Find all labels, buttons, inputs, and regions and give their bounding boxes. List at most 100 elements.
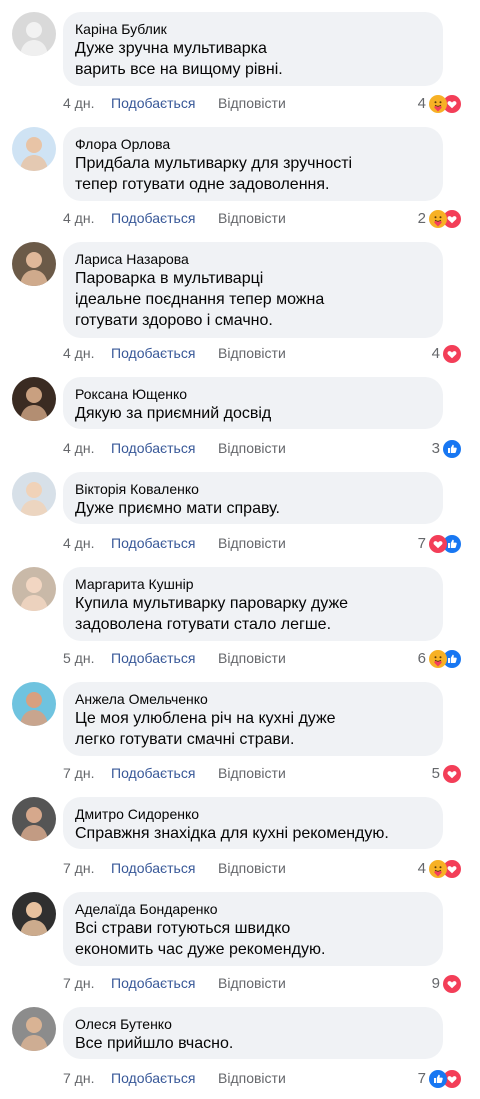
comment-text: Дуже зручна мультиварка варить все на ви…: [75, 40, 283, 78]
like-icon: [443, 440, 461, 458]
heart-icon: [443, 765, 461, 783]
comment-text: Пароварка в мультиварці ідеальне поєднан…: [75, 270, 325, 329]
comment-author[interactable]: Вікторія Коваленко: [75, 480, 431, 498]
reaction-count: 7: [417, 535, 426, 552]
comment-author[interactable]: Олеся Бутенко: [75, 1015, 431, 1033]
like-button[interactable]: Подобається: [111, 859, 195, 877]
comment-text: Дуже приємно мати справу.: [75, 500, 280, 517]
comment-timestamp[interactable]: 5 дн.: [63, 649, 94, 667]
avatar[interactable]: [12, 242, 56, 286]
reply-button[interactable]: Відповісти: [218, 94, 286, 112]
comment-author[interactable]: Лариса Назарова: [75, 250, 431, 268]
like-button[interactable]: Подобається: [111, 649, 195, 667]
like-button[interactable]: Подобається: [111, 1069, 195, 1087]
heart-icon: [443, 975, 461, 993]
comment-bubble: Каріна Бублик Дуже зручна мультиварка вар…: [63, 12, 443, 86]
reply-button[interactable]: Відповісти: [218, 344, 286, 362]
comment-text: Купила мультиварку пароварку дуже задово…: [75, 595, 349, 633]
comment-text: Все прийшло вчасно.: [75, 1035, 234, 1052]
comment-author[interactable]: Флора Орлова: [75, 135, 431, 153]
comment-timestamp[interactable]: 4 дн.: [63, 94, 94, 112]
heart-icon: [443, 345, 461, 363]
reply-button[interactable]: Відповісти: [218, 764, 286, 782]
comment-bubble: Лариса Назарова Пароварка в мультиварці і…: [63, 242, 443, 338]
comment-bubble: Олеся Бутенко Все прийшло вчасно.: [63, 1007, 443, 1059]
comment-author[interactable]: Аделаїда Бондаренко: [75, 900, 431, 918]
comment-text: Придбала мультиварку для зручності тепер…: [75, 155, 353, 193]
comments-feed: Каріна Бублик Дуже зручна мультиварка вар…: [0, 0, 480, 1099]
comment-bubble: Аделаїда Бондаренко Всі страви готуються …: [63, 892, 443, 966]
reaction-summary[interactable]: 4: [418, 94, 461, 114]
like-button[interactable]: Подобається: [111, 974, 195, 992]
comment-author[interactable]: Дмитро Сидоренко: [75, 805, 431, 823]
comment-text: Всі страви готуються швидко економить ча…: [75, 920, 326, 958]
reply-button[interactable]: Відповісти: [218, 974, 286, 992]
reply-button[interactable]: Відповісти: [218, 1069, 286, 1087]
reply-button[interactable]: Відповісти: [218, 439, 286, 457]
reaction-count: 4: [431, 345, 440, 362]
comment-bubble: Вікторія Коваленко Дуже приємно мати спра…: [63, 472, 443, 524]
avatar[interactable]: [12, 567, 56, 611]
like-button[interactable]: Подобається: [111, 209, 195, 227]
reply-button[interactable]: Відповісти: [218, 649, 286, 667]
avatar[interactable]: [12, 682, 56, 726]
comment-timestamp[interactable]: 7 дн.: [63, 974, 94, 992]
care-icon: [429, 650, 447, 668]
care-icon: [429, 95, 447, 113]
reaction-count: 4: [417, 95, 426, 112]
comment-text: Справжня знахідка для кухні рекомендую.: [75, 825, 389, 842]
comment-author[interactable]: Каріна Бублик: [75, 20, 431, 38]
comment-bubble: Дмитро Сидоренко Справжня знахідка для ку…: [63, 797, 443, 849]
reply-button[interactable]: Відповісти: [218, 209, 286, 227]
comment-text: Це моя улюблена річ на кухні дуже легко …: [75, 710, 336, 748]
avatar[interactable]: [12, 797, 56, 841]
avatar[interactable]: [12, 12, 56, 56]
comment-author[interactable]: Роксана Ющенко: [75, 385, 431, 403]
like-button[interactable]: Подобається: [111, 344, 195, 362]
reaction-summary[interactable]: 6: [418, 649, 461, 669]
avatar[interactable]: [12, 377, 56, 421]
reaction-count: 3: [431, 440, 440, 457]
comment-author[interactable]: Анжела Омельченко: [75, 690, 431, 708]
comment-timestamp[interactable]: 4 дн.: [63, 534, 94, 552]
heart-icon: [429, 535, 447, 553]
like-button[interactable]: Подобається: [111, 94, 195, 112]
reaction-summary[interactable]: 2: [418, 209, 461, 229]
comment-bubble: Маргарита Кушнір Купила мультиварку паров…: [63, 567, 443, 641]
avatar[interactable]: [12, 1007, 56, 1051]
reaction-count: 6: [417, 650, 426, 667]
comment-timestamp[interactable]: 7 дн.: [63, 1069, 94, 1087]
comment-author[interactable]: Маргарита Кушнір: [75, 575, 431, 593]
reaction-summary[interactable]: 4: [432, 344, 461, 364]
like-icon: [429, 1070, 447, 1088]
care-icon: [429, 860, 447, 878]
reaction-summary[interactable]: 4: [418, 859, 461, 879]
comment-timestamp[interactable]: 7 дн.: [63, 859, 94, 877]
reaction-count: 2: [417, 210, 426, 227]
reaction-count: 4: [417, 860, 426, 877]
like-button[interactable]: Подобається: [111, 764, 195, 782]
reaction-summary[interactable]: 3: [432, 439, 461, 459]
reaction-summary[interactable]: 5: [432, 764, 461, 784]
comment-timestamp[interactable]: 4 дн.: [63, 209, 94, 227]
comment-timestamp[interactable]: 7 дн.: [63, 764, 94, 782]
comment-text: Дякую за приємний досвід: [75, 405, 272, 422]
avatar[interactable]: [12, 127, 56, 171]
comment-bubble: Флора Орлова Придбала мультиварку для зру…: [63, 127, 443, 201]
reply-button[interactable]: Відповісти: [218, 534, 286, 552]
comment-bubble: Анжела Омельченко Це моя улюблена річ на …: [63, 682, 443, 756]
avatar[interactable]: [12, 892, 56, 936]
comment-timestamp[interactable]: 4 дн.: [63, 439, 94, 457]
comment-timestamp[interactable]: 4 дн.: [63, 344, 94, 362]
reaction-summary[interactable]: 9: [432, 974, 461, 994]
reply-button[interactable]: Відповісти: [218, 859, 286, 877]
like-button[interactable]: Подобається: [111, 534, 195, 552]
reaction-count: 5: [431, 765, 440, 782]
care-icon: [429, 210, 447, 228]
reaction-count: 7: [417, 1070, 426, 1087]
comment-bubble: Роксана Ющенко Дякую за приємний досвід: [63, 377, 443, 429]
reaction-summary[interactable]: 7: [418, 534, 461, 554]
like-button[interactable]: Подобається: [111, 439, 195, 457]
avatar[interactable]: [12, 472, 56, 516]
reaction-summary[interactable]: 7: [418, 1069, 461, 1089]
